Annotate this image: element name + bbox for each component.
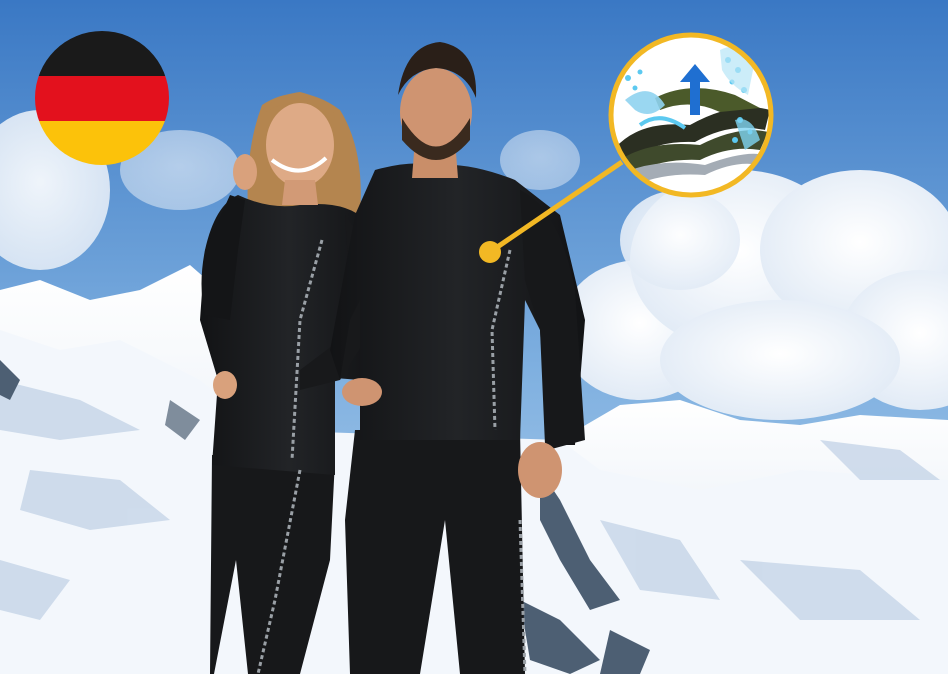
scene-canvas bbox=[0, 0, 948, 674]
callout-pointer-dot bbox=[479, 241, 501, 263]
woman-face bbox=[266, 103, 334, 187]
woman-hand bbox=[233, 154, 257, 190]
product-photo bbox=[0, 0, 948, 674]
man-hand bbox=[518, 442, 562, 498]
